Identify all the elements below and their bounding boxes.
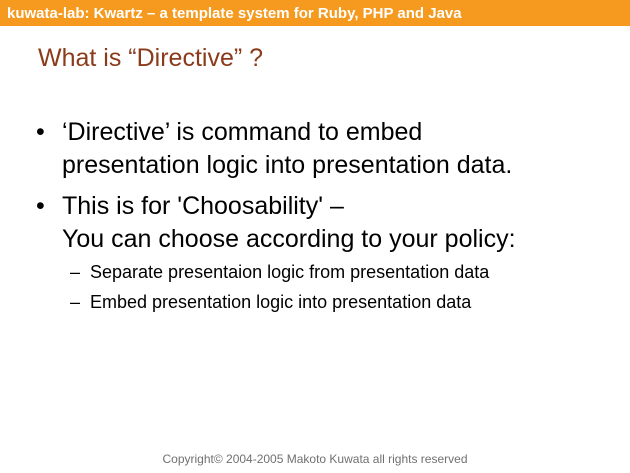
bullet-line: You can choose according to your policy: (62, 225, 516, 253)
bullet-marker: • (36, 118, 45, 146)
bullet-marker: • (36, 192, 45, 220)
sub-bullet-marker: – (70, 292, 81, 312)
sub-bullet-text: Separate presentaion logic from presenta… (90, 262, 490, 282)
sub-bullet-item: – Embed presentation logic into presenta… (70, 290, 472, 314)
bullet-list: • ‘Directive’ is command to embed presen… (0, 0, 630, 473)
footer-copyright: Copyright© 2004-2005 Makoto Kuwata all r… (162, 452, 468, 466)
sub-bullet-item: – Separate presentaion logic from presen… (70, 260, 490, 284)
bullet-item: • This is for 'Choosability' – You can c… (36, 190, 516, 256)
sub-bullet-marker: – (70, 262, 81, 282)
bullet-line: ‘Directive’ is command to embed (62, 118, 423, 146)
bullet-line: This is for 'Choosability' – (62, 192, 344, 220)
bullet-item: • ‘Directive’ is command to embed presen… (36, 116, 513, 182)
bullet-line: presentation logic into presentation dat… (62, 151, 513, 179)
sub-bullet-text: Embed presentation logic into presentati… (90, 292, 472, 312)
